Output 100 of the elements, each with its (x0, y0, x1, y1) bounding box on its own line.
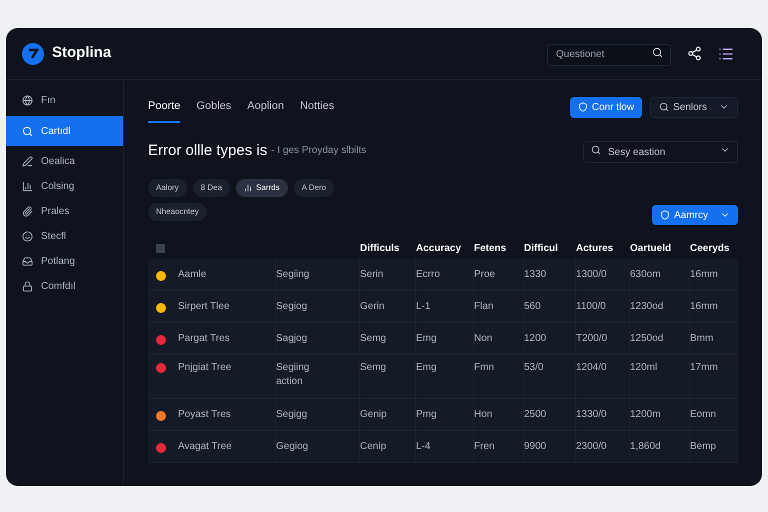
share-button[interactable] (687, 46, 702, 61)
table-cell: Flan (474, 300, 494, 314)
lock-icon (22, 281, 33, 292)
table-cell: Eomn (690, 408, 716, 422)
sidebar-item[interactable]: Fın (6, 88, 123, 113)
senlors-select[interactable]: Senlors (650, 96, 738, 118)
table-cell: Semg (360, 332, 386, 346)
table-cell: Fren (474, 440, 495, 454)
table-cell: Pmg (416, 408, 437, 422)
primary-button[interactable]: Conr tlow (570, 96, 642, 118)
table-cell: 53/0 (524, 361, 544, 375)
column-header: Difficuls (360, 242, 400, 254)
filter-chip[interactable]: Sarrds (236, 179, 288, 197)
table-cell: Segiog (276, 300, 308, 314)
shield-icon (578, 102, 588, 112)
column-header: Oartueld (630, 242, 672, 254)
bar-chart-icon (22, 181, 33, 192)
sidebar-item[interactable]: Oealica (6, 149, 123, 174)
table-cell: Non (474, 332, 492, 346)
bar-chart-icon (244, 184, 252, 192)
table-cell: 1200m (630, 408, 661, 422)
smiley-icon (22, 231, 33, 242)
table-cell: 17mm (690, 361, 718, 375)
table-cell: Segiing action (276, 361, 310, 389)
table-cell: 2300/0 (576, 440, 607, 454)
sidebar-item[interactable]: Potlang (6, 249, 123, 274)
sidebar-item[interactable]: Prales (6, 199, 123, 224)
table-cell: Cenip (360, 440, 386, 454)
table-cell: 1250od (630, 332, 664, 346)
table-cell: 560 (524, 300, 541, 314)
table-cell: Poyast Tres (178, 408, 231, 422)
table-cell: 9900 (524, 440, 546, 454)
tray-icon (22, 256, 33, 267)
table-cell: Genip (360, 408, 387, 422)
table-cell: Pargat Tres (178, 332, 230, 346)
table-cell: Segigg (276, 408, 308, 422)
table-cell: Segiing (276, 268, 310, 282)
column-header: Accuracy (416, 242, 462, 254)
sidebar-item[interactable]: Cartıdl (6, 116, 123, 146)
page-subtitle: - I ges Proyday slbilts (271, 144, 366, 158)
table-cell: 120ml (630, 361, 658, 375)
select-all-checkbox[interactable] (156, 244, 165, 252)
tab[interactable]: Aoplion (247, 92, 284, 122)
column-header: Difficul (524, 242, 558, 254)
tab[interactable]: Gobles (196, 92, 232, 122)
table-cell: Bemp (690, 440, 716, 454)
table-cell: 2500 (524, 408, 546, 422)
table-cell: L-1 (416, 300, 430, 314)
sidebar-item[interactable]: Colsing (6, 174, 123, 199)
column-header: Ceeryds (690, 242, 730, 254)
table-cell: Serin (360, 268, 384, 282)
table-cell: Sirpert Tlee (178, 300, 230, 314)
filter-chip[interactable]: Aalory (148, 179, 187, 197)
tab[interactable]: Notties (300, 92, 334, 122)
table-cell: L-4 (416, 440, 430, 454)
search-icon (652, 47, 663, 58)
table-cell: 16mm (690, 300, 718, 314)
table-cell: 16mm (690, 268, 718, 282)
filter-chip[interactable]: A Dero (294, 179, 334, 197)
table-cell: Semg (360, 361, 386, 375)
table-cell: Ecrro (416, 268, 440, 282)
page-heading: Error ollle types is (148, 140, 268, 160)
sidebar-item[interactable]: Comfdıl (6, 274, 123, 299)
accuracy-button[interactable]: Aamrcy (652, 205, 738, 225)
table-cell: Bmm (690, 332, 714, 346)
search-icon (591, 144, 601, 154)
table-cell: 630om (630, 268, 661, 282)
table-cell: 1330 (524, 268, 546, 282)
filter-chip[interactable]: 8 Dea (192, 179, 230, 197)
sidebar-item[interactable]: Stecfl (6, 224, 123, 249)
table-cell: Emg (416, 332, 437, 346)
tab[interactable]: Poorte (148, 92, 180, 122)
table-cell: Gegiog (276, 440, 308, 454)
column-header: Actures (576, 242, 614, 254)
globe-icon (22, 95, 33, 106)
table-cell: Fmn (474, 361, 494, 375)
table-cell: Emg (416, 361, 437, 375)
table-cell: T200/0 (576, 332, 608, 346)
search-icon (659, 102, 670, 112)
column-header: Fetens (474, 242, 506, 254)
pen-icon (22, 156, 33, 167)
table-cell: Gerin (360, 300, 384, 314)
table-cell: 1330/0 (576, 408, 607, 422)
section-select[interactable]: Sesy eastion (583, 141, 738, 163)
table-cell: Aamle (178, 268, 206, 282)
table-cell: Avagat Tree (178, 440, 232, 454)
search-field[interactable]: Questionet (547, 44, 671, 66)
app-name: Stoplina (52, 43, 112, 64)
list-button[interactable] (718, 46, 734, 62)
table-cell: 1204/0 (576, 361, 607, 375)
table-cell: Hon (474, 408, 492, 422)
shield-icon (660, 210, 670, 220)
table-cell: 1200 (524, 332, 546, 346)
search-icon (22, 126, 33, 136)
logo-icon (22, 42, 44, 64)
table-cell: 1230od (630, 300, 664, 314)
table-cell: Sagjog (276, 332, 308, 346)
filter-chip[interactable]: Nheaocntey (148, 203, 207, 221)
table-cell: 1,860d (630, 440, 661, 454)
table-cell: 1300/0 (576, 268, 607, 282)
